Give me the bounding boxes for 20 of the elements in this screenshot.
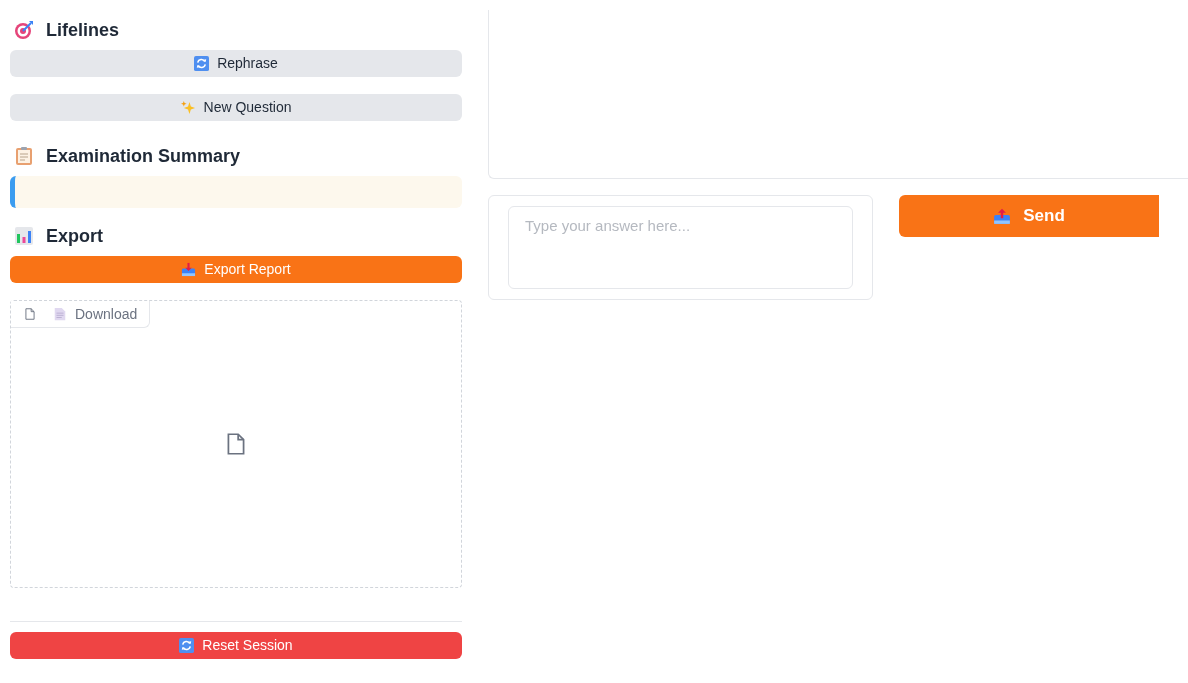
document-icon xyxy=(53,307,67,321)
inbox-tray-icon xyxy=(181,262,197,277)
file-icon xyxy=(23,307,37,321)
section-heading: Export xyxy=(46,224,103,248)
send-button[interactable]: Send xyxy=(899,195,1159,237)
section-heading: Lifelines xyxy=(46,18,120,42)
bar-chart-icon xyxy=(14,226,34,246)
download-label[interactable]: Download xyxy=(75,303,138,325)
clipboard-icon xyxy=(14,146,34,166)
refresh-icon xyxy=(179,638,195,653)
action-button[interactable]: Export Report xyxy=(10,256,462,283)
outbox-tray-icon xyxy=(993,207,1012,225)
action-button[interactable]: New Question xyxy=(10,94,462,121)
action-button[interactable]: Rephrase xyxy=(10,50,462,77)
target-icon xyxy=(14,20,34,40)
answer-field[interactable]: Type your answer here... xyxy=(508,206,853,289)
action-button[interactable]: Reset Session xyxy=(10,632,462,659)
section-heading: Examination Summary xyxy=(46,144,241,168)
refresh-icon xyxy=(194,56,210,71)
sparkles-icon xyxy=(180,100,196,115)
